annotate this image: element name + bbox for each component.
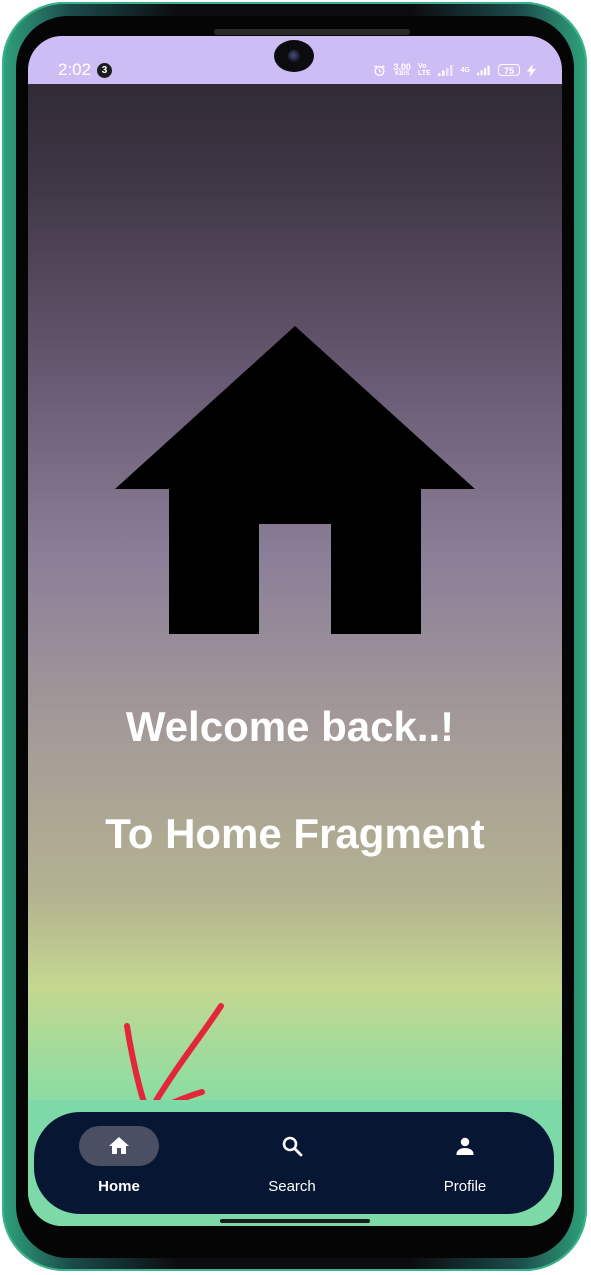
front-camera — [274, 40, 314, 72]
status-icons: 3.00 KB/S Vo LTE 4G 75 — [373, 62, 536, 78]
home-icon — [109, 1137, 129, 1154]
network-type: 4G — [460, 66, 470, 74]
welcome-heading: Welcome back..! — [125, 703, 455, 750]
gesture-home-bar[interactable] — [220, 1219, 370, 1223]
network-speed-unit: KB/S — [395, 70, 410, 77]
home-fragment-heading: To Home Fragment — [105, 810, 485, 857]
volte-top: Vo — [417, 63, 427, 70]
notification-count-badge: 3 — [97, 63, 112, 78]
nav-label-home: Home — [98, 1178, 140, 1195]
volte-indicator: Vo LTE — [418, 63, 431, 77]
network-speed-value: 3.00 — [393, 61, 411, 72]
volte-bottom: LTE — [417, 70, 431, 77]
search-icon — [282, 1136, 303, 1157]
earpiece-speaker — [214, 29, 410, 35]
status-bar: 2:02 3 3.00 KB/S Vo LTE 4G 75 — [28, 36, 562, 84]
network-speed: 3.00 KB/S — [393, 61, 411, 78]
signal-icon-2 — [477, 65, 490, 76]
nav-item-search[interactable]: Search — [232, 1112, 352, 1214]
nav-label-profile: Profile — [443, 1178, 487, 1195]
person-icon — [456, 1137, 474, 1155]
nav-label-search: Search — [268, 1178, 316, 1195]
nav-item-profile[interactable]: Profile — [405, 1112, 525, 1214]
charging-bolt-icon — [527, 63, 536, 77]
alarm-icon — [374, 64, 386, 76]
app-screen: 2:02 3 3.00 KB/S Vo LTE 4G 75 Welcome ba… — [28, 36, 562, 1226]
status-time: 2:02 — [58, 60, 92, 79]
bottom-navigation-bar: Home Search Profile — [34, 1112, 554, 1214]
nav-item-home[interactable]: Home — [59, 1112, 179, 1214]
house-icon — [115, 326, 475, 634]
signal-icon — [437, 65, 453, 76]
battery-indicator: 75 — [498, 64, 520, 76]
